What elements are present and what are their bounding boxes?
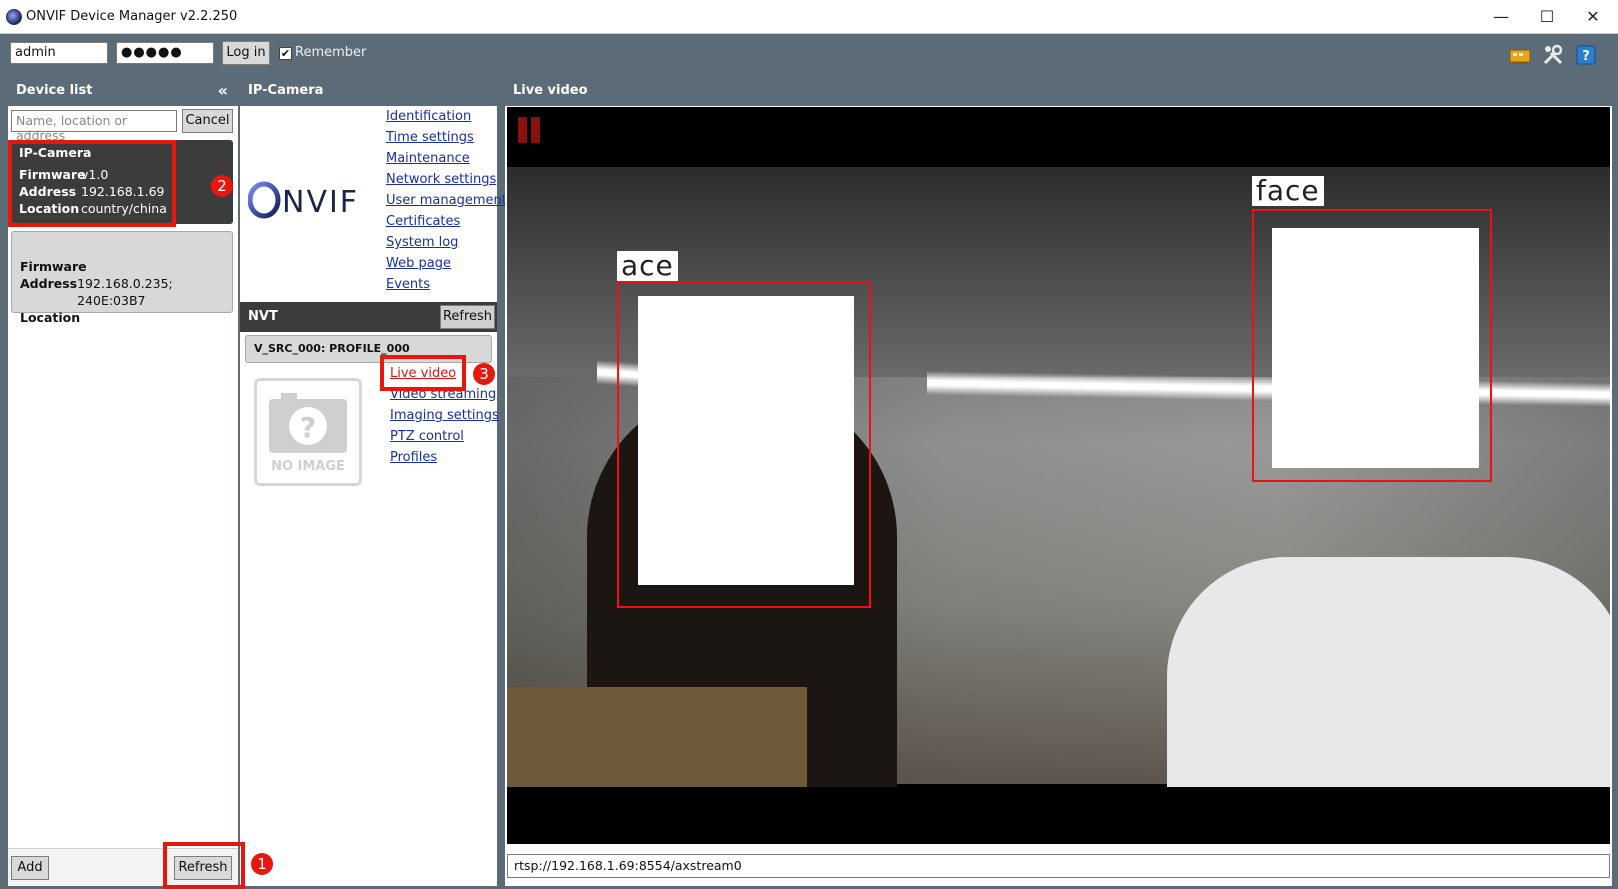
background-left (507, 687, 807, 787)
face-redaction-right (1272, 228, 1479, 468)
link-certificates[interactable]: Certificates (386, 214, 460, 229)
link-web-page[interactable]: Web page (386, 256, 451, 271)
password-input[interactable]: ●●●●● (116, 42, 214, 64)
search-cancel-button[interactable]: Cancel (182, 109, 233, 133)
link-identification[interactable]: Identification (386, 109, 471, 124)
no-image-thumbnail: ? NO IMAGE (254, 378, 362, 486)
link-ptz-control[interactable]: PTZ control (390, 429, 464, 444)
device-list-title: Device list (16, 83, 93, 98)
stream-url-field[interactable]: rtsp://192.168.1.69:8554/axstream0 (507, 854, 1610, 878)
onvif-logo: NVIF (248, 181, 359, 220)
svg-text:?: ? (300, 411, 316, 444)
step-badge-3: 3 (473, 363, 495, 385)
login-bar: admin ●●●●● Log in ✔ Remember ? (0, 34, 1618, 74)
title-bar: ONVIF Device Manager v2.2.250 — ☐ ✕ (0, 0, 1618, 34)
face-label-right: face (1252, 176, 1324, 206)
location-key: Location (20, 310, 81, 325)
no-image-label: NO IMAGE (271, 459, 345, 474)
minimize-button[interactable]: — (1478, 3, 1524, 31)
highlight-refresh (163, 842, 245, 889)
window-title: ONVIF Device Manager v2.2.250 (26, 9, 238, 24)
add-device-button[interactable]: Add (11, 856, 49, 880)
camera-panel: IP-Camera NVIF Identification Time setti… (240, 76, 507, 886)
link-network-settings[interactable]: Network settings (386, 172, 496, 187)
camera-placeholder-icon: ? (269, 393, 347, 453)
device-list-header: Device list « (8, 76, 238, 106)
maximize-button[interactable]: ☐ (1524, 3, 1570, 31)
help-icon[interactable]: ? (1574, 43, 1598, 67)
person-right-shirt (1167, 557, 1610, 787)
svg-text:NVIF: NVIF (282, 185, 359, 220)
device-card-unnamed[interactable]: Firmware Address 192.168.0.235; 240E:03B7… (11, 231, 233, 325)
link-time-settings[interactable]: Time settings (386, 130, 474, 145)
link-system-log[interactable]: System log (386, 235, 458, 250)
nvt-refresh-button[interactable]: Refresh (440, 305, 495, 329)
device-search-input[interactable]: Name, location or address (11, 110, 177, 143)
device-name (20, 236, 224, 258)
address-key: Address (20, 276, 78, 291)
address-value: 192.168.0.235; 240E:03B7 (77, 276, 173, 308)
link-user-management[interactable]: User management (386, 193, 507, 208)
live-video-panel: Live video ace face rtsp://192.168.1.69:… (505, 76, 1612, 886)
username-input[interactable]: admin (10, 42, 108, 64)
link-maintenance[interactable]: Maintenance (386, 151, 470, 166)
firmware-key: Firmware (20, 259, 87, 274)
live-video-header: Live video (505, 76, 1612, 106)
step-badge-2: 2 (211, 175, 233, 197)
svg-text:?: ? (1582, 49, 1590, 64)
nvt-title: NVT (248, 309, 278, 324)
camera-panel-header: IP-Camera (240, 76, 497, 106)
video-frame: ace face (507, 167, 1610, 787)
highlight-device (8, 140, 176, 227)
face-redaction-left (638, 296, 854, 585)
collapse-icon[interactable]: « (218, 76, 228, 106)
link-profiles[interactable]: Profiles (390, 450, 437, 465)
network-adapter-icon[interactable] (1508, 43, 1532, 67)
pause-icon[interactable] (517, 116, 541, 144)
remember-checkbox[interactable]: ✔ (279, 47, 292, 60)
step-badge-1: 1 (251, 853, 273, 875)
login-button[interactable]: Log in (222, 41, 270, 65)
link-events[interactable]: Events (386, 277, 430, 292)
link-imaging-settings[interactable]: Imaging settings (390, 408, 499, 423)
close-button[interactable]: ✕ (1570, 3, 1616, 31)
app-logo-icon (6, 9, 22, 25)
video-viewport[interactable]: ace face (507, 107, 1610, 844)
remember-label: Remember (295, 45, 367, 60)
highlight-live-video (380, 355, 466, 391)
tools-icon[interactable] (1541, 43, 1565, 67)
face-label-left: ace (617, 251, 678, 281)
